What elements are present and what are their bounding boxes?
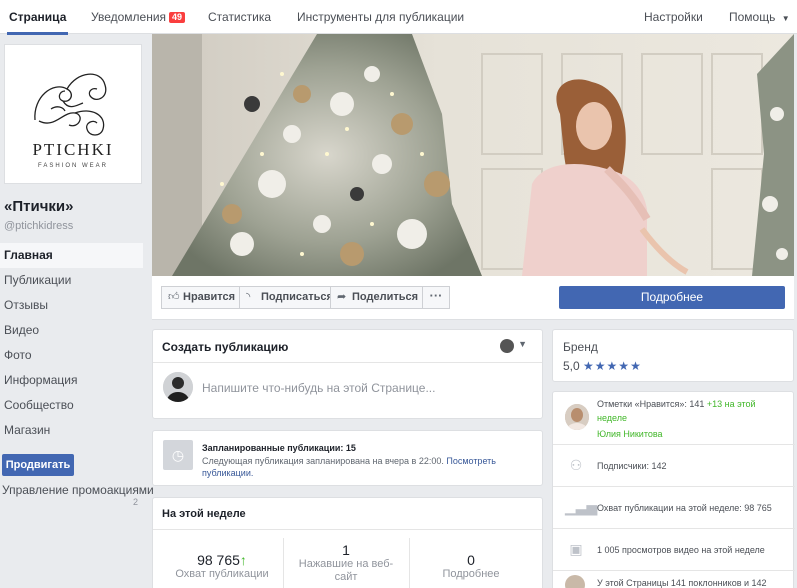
tab-statistics[interactable]: Статистика <box>208 0 271 34</box>
promote-button[interactable]: Продвигать <box>2 454 74 476</box>
bar-chart-icon: ▁▃▅ <box>565 499 598 515</box>
fans-text: У этой Страницы 141 поклонников и 142 по… <box>597 578 767 588</box>
more-options-button[interactable]: ··· <box>422 286 450 309</box>
sidebar-item-home[interactable]: Главная <box>0 243 143 268</box>
page-stats-card: Отметки «Нравится»: 141 +13 на этой неде… <box>552 391 795 588</box>
stat-post-reach[interactable]: 98 765↑ Охват публикации <box>161 538 283 588</box>
star-rating-icon: ★★★★★ <box>583 359 642 373</box>
likes-count: Отметки «Нравится»: 141 <box>597 399 707 409</box>
avatar <box>163 372 193 402</box>
share-button[interactable]: ➦ Поделиться <box>330 286 426 309</box>
tab-page[interactable]: Страница <box>6 0 69 35</box>
logo-tagline-text: FASHION WEAR <box>38 163 108 169</box>
like-button[interactable]: 👍︎ Нравится <box>161 286 243 309</box>
divider <box>153 362 542 363</box>
stat-more[interactable]: 0 Подробнее <box>415 538 527 588</box>
divider <box>409 538 410 588</box>
notifications-badge: 49 <box>169 12 186 23</box>
this-week-card: На этой неделе 98 765↑ Охват публикации … <box>152 497 543 588</box>
chevron-down-icon: ▼ <box>781 14 790 23</box>
sidebar-item-videos[interactable]: Видео <box>0 318 143 343</box>
sidebar-item-about[interactable]: Информация <box>0 368 143 393</box>
learn-more-button[interactable]: Подробнее <box>559 286 785 309</box>
tab-notifications-label: Уведомления <box>91 10 167 24</box>
followers-row[interactable]: ⚇ Подписчики: 142 <box>553 444 795 486</box>
likes-row[interactable]: Отметки «Нравится»: 141 +13 на этой неде… <box>553 392 795 444</box>
video-camera-icon: ▣ <box>569 541 583 557</box>
tab-publishing-tools[interactable]: Инструменты для публикации <box>297 0 464 34</box>
sidebar-item-shop[interactable]: Магазин <box>0 418 143 443</box>
sidebar-item-posts[interactable]: Публикации <box>0 268 143 293</box>
help-menu[interactable]: Помощь ▼ <box>729 0 790 34</box>
settings-link[interactable]: Настройки <box>644 0 703 34</box>
share-arrow-icon: ➦ <box>337 291 347 303</box>
stat-value: 98 765↑ <box>161 552 283 568</box>
sidebar-nav: Главная Публикации Отзывы Видео Фото Инф… <box>0 243 143 443</box>
people-icon: ⚇ <box>569 457 583 473</box>
rating-value: 5,0 <box>563 359 580 373</box>
scheduled-posts-card[interactable]: ◷ Запланированные публикации: 15 Следующ… <box>152 430 543 486</box>
video-views-row[interactable]: ▣ 1 005 просмотров видео на этой неделе <box>553 528 795 570</box>
divider <box>283 538 284 588</box>
scheduled-posts-title: Запланированные публикации: 15 <box>202 443 356 453</box>
cover-photo[interactable] <box>152 34 794 276</box>
promotions-count: 2 <box>133 497 139 507</box>
like-label: Нравится <box>183 291 236 303</box>
top-navigation: Страница Уведомления 49 Статистика Инстру… <box>0 0 797 35</box>
scheduled-posts-description: Следующая публикация запланирована на вч… <box>202 456 447 466</box>
create-post-title: Создать публикацию <box>162 340 289 354</box>
follow-label: Подписаться <box>261 291 333 303</box>
clock-icon: ◷ <box>163 440 193 470</box>
post-composer-input[interactable]: Напишите что-нибудь на этой Странице... <box>202 381 435 395</box>
fans-row[interactable]: У этой Страницы 141 поклонников и 142 по… <box>553 570 795 588</box>
scheduled-posts-text: Следующая публикация запланирована на вч… <box>202 455 532 479</box>
page-profile-picture[interactable]: PTICHKI FASHION WEAR <box>4 44 142 184</box>
sidebar-item-photos[interactable]: Фото <box>0 343 143 368</box>
page-username[interactable]: @ptichkidress <box>4 220 73 232</box>
followers-text: Подписчики: 142 <box>597 461 667 471</box>
cover-image <box>152 34 794 276</box>
avatar <box>565 404 589 430</box>
stat-value: 1 <box>342 542 350 558</box>
liked-by-user[interactable]: Юлия Никитова <box>597 427 787 441</box>
brand-category[interactable]: Бренд <box>563 340 598 354</box>
sidebar-item-reviews[interactable]: Отзывы <box>0 293 143 318</box>
logo-brand-text: PTICHKI <box>32 140 113 159</box>
reach-row[interactable]: ▁▃▅ Охват публикации на этой неделе: 98 … <box>553 486 795 528</box>
stat-post-reach-value: 98 765 <box>197 552 240 568</box>
rating[interactable]: 5,0 ★★★★★ <box>563 359 642 373</box>
brand-logo: PTICHKI FASHION WEAR <box>32 73 113 169</box>
stat-label: Нажавшие на веб-сайт <box>298 558 394 583</box>
chevron-down-icon[interactable]: ▼ <box>518 339 527 349</box>
stat-website-clicks[interactable]: 1 Нажавшие на веб-сайт <box>291 538 401 588</box>
stat-label: Подробнее <box>442 568 500 580</box>
reach-text: Охват публикации на этой неделе: 98 765 <box>597 503 772 513</box>
tab-notifications[interactable]: Уведомления 49 <box>91 0 186 34</box>
page-title[interactable]: «Птички» <box>4 198 73 215</box>
create-post-card: Создать публикацию ▼ Напишите что-нибудь… <box>152 329 543 419</box>
help-label: Помощь <box>729 10 776 24</box>
stat-label: Охват публикации <box>175 568 269 580</box>
stat-value: 0 <box>467 552 475 568</box>
posting-as-avatar[interactable] <box>500 339 514 353</box>
divider <box>153 529 542 530</box>
manage-promotions-link[interactable]: Управление промоакциями <box>2 483 154 497</box>
follow-button[interactable]: ◝ Подписаться <box>239 286 340 309</box>
likes-text: Отметки «Нравится»: 141 +13 на этой неде… <box>597 397 787 425</box>
share-label: Поделиться <box>352 291 419 303</box>
trend-up-icon: ↑ <box>239 552 247 568</box>
video-views-text: 1 005 просмотров видео на этой неделе <box>597 545 765 555</box>
rss-icon: ◝ <box>246 291 251 303</box>
brand-card: Бренд 5,0 ★★★★★ <box>552 329 794 382</box>
sidebar-item-community[interactable]: Сообщество <box>0 393 143 418</box>
this-week-title: На этой неделе <box>162 508 246 520</box>
avatar <box>565 575 585 588</box>
thumbs-up-icon: 👍︎ <box>168 291 180 303</box>
page-action-bar: 👍︎ Нравится ◝ Подписаться ➦ Поделиться ··· … <box>152 276 794 320</box>
